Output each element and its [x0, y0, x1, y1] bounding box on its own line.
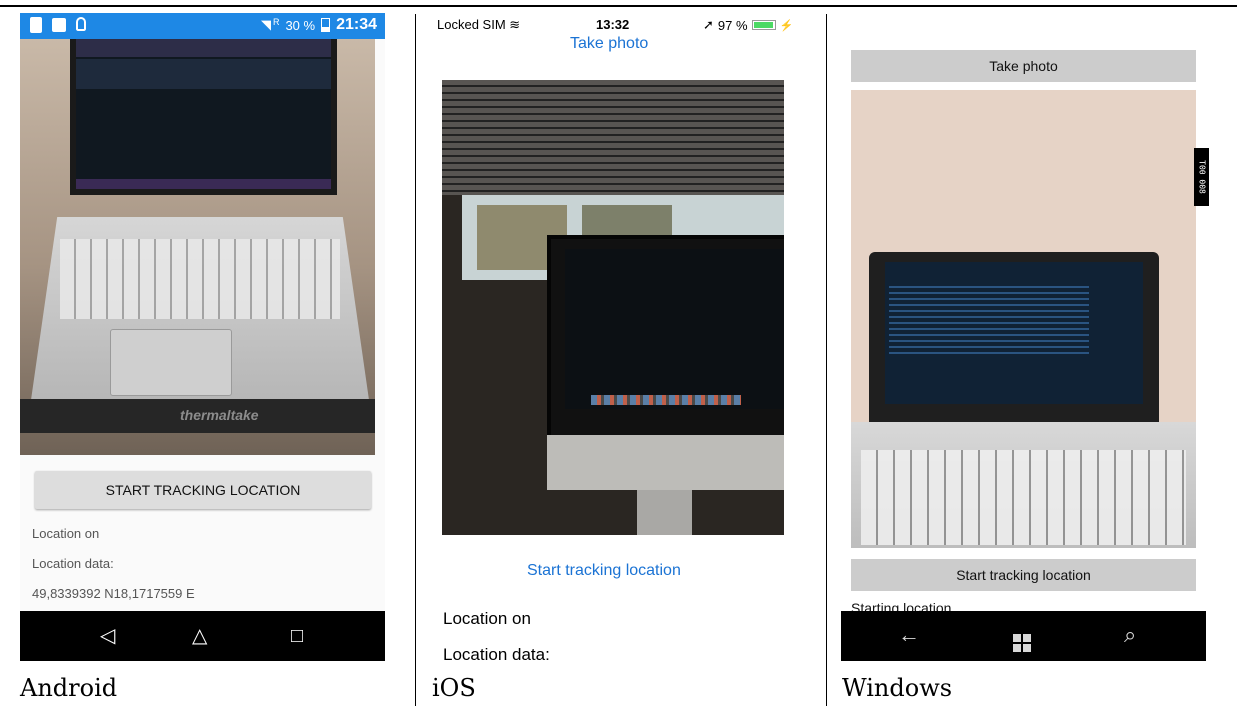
start-tracking-button[interactable]: Start tracking location: [527, 562, 681, 580]
cooler-brand: thermaltake: [180, 407, 259, 423]
status-time: 13:32: [596, 17, 630, 32]
take-photo-button[interactable]: Take photo: [570, 35, 648, 53]
window-blinds: [442, 80, 784, 195]
imac-screen: [547, 235, 784, 443]
side-tag-text: T00 008: [1197, 160, 1206, 194]
carrier-label: Locked SIM ≋: [437, 17, 520, 33]
ios-screen: Locked SIM ≋ 13:32 ➚ 97 % ⚡ Take photo S…: [430, 13, 800, 668]
laptop-touchpad: [110, 329, 232, 396]
carrier-text: Locked SIM: [437, 17, 506, 32]
divider-left: [415, 14, 416, 706]
start-tracking-button[interactable]: Start tracking location: [851, 559, 1196, 591]
android-screen: ◥ R 30 % 21:34 thermaltake START TRACKIN…: [20, 13, 385, 661]
android-photo: thermaltake: [20, 39, 375, 455]
lightbulb-icon: [76, 17, 86, 31]
location-status: Location on: [32, 526, 100, 541]
battery-notification-icon: [30, 17, 42, 33]
battery-icon: [321, 18, 331, 32]
windows-screen: Take photo Start tracking location Start…: [841, 13, 1206, 661]
image-notification-icon: [52, 18, 66, 32]
back-icon[interactable]: ◁: [100, 624, 115, 648]
location-data-label: Location data:: [443, 645, 550, 664]
ios-photo: [442, 80, 784, 535]
laptop-cooler: thermaltake: [20, 399, 375, 433]
laptop-screen: [70, 39, 337, 195]
search-icon[interactable]: ⌕: [1124, 623, 1136, 647]
imac-stand: [637, 490, 692, 535]
windows-photo: [851, 90, 1196, 548]
ios-status-bar: Locked SIM ≋ 13:32 ➚ 97 % ⚡: [430, 13, 800, 35]
recents-icon[interactable]: □: [291, 624, 303, 648]
caption-windows: Windows: [842, 674, 953, 702]
caption-android: Android: [20, 674, 118, 702]
top-rule: [0, 5, 1237, 7]
caption-ios: iOS: [432, 674, 476, 702]
laptop-keyboard: [861, 450, 1186, 545]
home-icon[interactable]: △: [192, 624, 207, 648]
divider-right: [826, 14, 827, 706]
charging-icon: ⚡: [779, 19, 794, 32]
wifi-icon: ◥: [260, 17, 271, 32]
location-arrow-icon: ➚: [703, 17, 714, 32]
status-time: 21:34: [336, 16, 377, 33]
windows-start-icon[interactable]: [1013, 623, 1031, 652]
take-photo-button[interactable]: Take photo: [851, 50, 1196, 82]
battery-percent: 97 %: [717, 17, 748, 33]
location-status: Location on: [443, 609, 531, 628]
battery-percent: 30 %: [285, 17, 316, 33]
side-tag: T00 008: [1194, 148, 1209, 206]
location-coordinates: 49,8339392 N18,1717559 E: [32, 586, 195, 601]
back-icon[interactable]: ←: [898, 623, 920, 647]
location-data-label: Location data:: [32, 556, 114, 571]
signal-roaming-label: R: [272, 17, 280, 27]
imac-chin: [547, 435, 784, 490]
start-tracking-button[interactable]: START TRACKING LOCATION: [35, 471, 371, 509]
android-nav-bar: ◁ △ □: [20, 611, 385, 661]
windows-nav-bar: ← ⌕: [841, 611, 1206, 661]
android-status-bar: ◥ R 30 % 21:34: [20, 13, 385, 39]
laptop-lid: [869, 252, 1159, 432]
laptop-keyboard: [60, 239, 340, 319]
battery-icon: [751, 20, 776, 30]
wifi-icon: ≋: [509, 17, 521, 32]
